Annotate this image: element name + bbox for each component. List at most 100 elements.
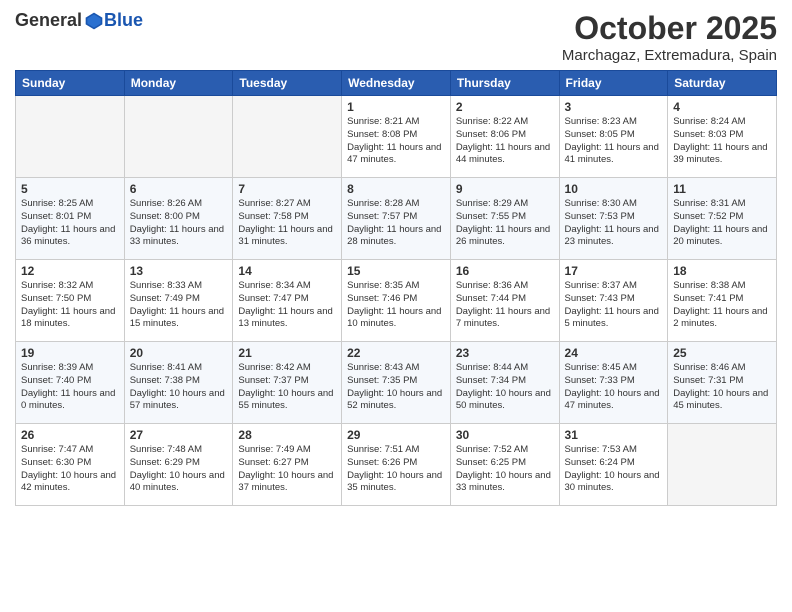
logo-text-blue: Blue: [104, 10, 143, 31]
day-number: 11: [673, 182, 771, 196]
calendar-cell: 24 Sunrise: 8:45 AMSunset: 7:33 PMDayligh…: [559, 342, 668, 424]
page: General Blue October 2025 Marchagaz, Ext…: [0, 0, 792, 612]
calendar-cell: [16, 96, 125, 178]
day-info: Sunrise: 8:27 AMSunset: 7:58 PMDaylight:…: [238, 198, 336, 249]
week-row: 19Sunrise: 8:39 AMSunset: 7:40 PMDayligh…: [16, 342, 777, 424]
calendar-cell: 4 Sunrise: 8:24 AMSunset: 8:03 PMDaylight…: [668, 96, 777, 178]
weekday-header: Friday: [559, 71, 668, 96]
day-info: Sunrise: 8:25 AMSunset: 8:01 PMDaylight:…: [21, 198, 119, 249]
day-info: Sunrise: 8:24 AMSunset: 8:03 PMDaylight:…: [673, 116, 771, 167]
calendar-cell: 14 Sunrise: 8:34 AMSunset: 7:47 PMDayligh…: [233, 260, 342, 342]
title-block: October 2025 Marchagaz, Extremadura, Spa…: [562, 10, 777, 64]
day-info: Sunrise: 8:29 AMSunset: 7:55 PMDaylight:…: [456, 198, 554, 249]
day-info: Sunrise: 8:44 AMSunset: 7:34 PMDaylight:…: [456, 362, 554, 413]
calendar-cell: 22 Sunrise: 8:43 AMSunset: 7:35 PMDayligh…: [342, 342, 451, 424]
day-number: 16: [456, 264, 554, 278]
day-info: Sunrise: 7:47 AMSunset: 6:30 PMDaylight:…: [21, 444, 119, 495]
calendar-cell: 2Sunrise: 8:22 AMSunset: 8:06 PMDaylight…: [450, 96, 559, 178]
calendar-cell: 10 Sunrise: 8:30 AMSunset: 7:53 PMDayligh…: [559, 178, 668, 260]
day-number: 30: [456, 428, 554, 442]
calendar-cell: 8 Sunrise: 8:28 AMSunset: 7:57 PMDaylight…: [342, 178, 451, 260]
day-info: Sunrise: 8:46 AMSunset: 7:31 PMDaylight:…: [673, 362, 771, 413]
day-number: 2: [456, 100, 554, 114]
day-info: Sunrise: 8:30 AMSunset: 7:53 PMDaylight:…: [565, 198, 663, 249]
day-number: 1: [347, 100, 445, 114]
day-info: Sunrise: 7:51 AMSunset: 6:26 PMDaylight:…: [347, 444, 445, 495]
day-number: 13: [130, 264, 228, 278]
day-info: Sunrise: 8:41 AMSunset: 7:38 PMDaylight:…: [130, 362, 228, 413]
week-row: 26 Sunrise: 7:47 AMSunset: 6:30 PMDayligh…: [16, 424, 777, 506]
day-number: 14: [238, 264, 336, 278]
day-number: 9: [456, 182, 554, 196]
calendar-cell: 11 Sunrise: 8:31 AMSunset: 7:52 PMDayligh…: [668, 178, 777, 260]
calendar-cell: [124, 96, 233, 178]
calendar-cell: 31 Sunrise: 7:53 AMSunset: 6:24 PMDayligh…: [559, 424, 668, 506]
month-title: October 2025: [562, 10, 777, 47]
day-number: 3: [565, 100, 663, 114]
day-info: Sunrise: 8:38 AMSunset: 7:41 PMDaylight:…: [673, 280, 771, 331]
location-title: Marchagaz, Extremadura, Spain: [562, 47, 777, 64]
day-info: Sunrise: 8:26 AMSunset: 8:00 PMDaylight:…: [130, 198, 228, 249]
day-number: 27: [130, 428, 228, 442]
day-number: 20: [130, 346, 228, 360]
day-number: 31: [565, 428, 663, 442]
day-info: Sunrise: 8:33 AMSunset: 7:49 PMDaylight:…: [130, 280, 228, 331]
day-number: 26: [21, 428, 119, 442]
day-number: 5: [21, 182, 119, 196]
weekday-header: Wednesday: [342, 71, 451, 96]
weekday-header: Thursday: [450, 71, 559, 96]
day-number: 4: [673, 100, 771, 114]
day-number: 15: [347, 264, 445, 278]
day-info: Sunrise: 8:23 AMSunset: 8:05 PMDaylight:…: [565, 116, 663, 167]
calendar-cell: 21Sunrise: 8:42 AMSunset: 7:37 PMDayligh…: [233, 342, 342, 424]
calendar-cell: 30 Sunrise: 7:52 AMSunset: 6:25 PMDayligh…: [450, 424, 559, 506]
day-info: Sunrise: 7:49 AMSunset: 6:27 PMDaylight:…: [238, 444, 336, 495]
calendar-cell: 19Sunrise: 8:39 AMSunset: 7:40 PMDayligh…: [16, 342, 125, 424]
day-number: 22: [347, 346, 445, 360]
calendar-cell: 3 Sunrise: 8:23 AMSunset: 8:05 PMDaylight…: [559, 96, 668, 178]
calendar-cell: 27 Sunrise: 7:48 AMSunset: 6:29 PMDayligh…: [124, 424, 233, 506]
header: General Blue October 2025 Marchagaz, Ext…: [15, 10, 777, 64]
calendar-cell: 23 Sunrise: 8:44 AMSunset: 7:34 PMDayligh…: [450, 342, 559, 424]
calendar-cell: 6Sunrise: 8:26 AMSunset: 8:00 PMDaylight…: [124, 178, 233, 260]
calendar-cell: 12 Sunrise: 8:32 AMSunset: 7:50 PMDayligh…: [16, 260, 125, 342]
day-info: Sunrise: 8:32 AMSunset: 7:50 PMDaylight:…: [21, 280, 119, 331]
day-info: Sunrise: 8:34 AMSunset: 7:47 PMDaylight:…: [238, 280, 336, 331]
day-number: 10: [565, 182, 663, 196]
day-number: 12: [21, 264, 119, 278]
calendar-cell: 15 Sunrise: 8:35 AMSunset: 7:46 PMDayligh…: [342, 260, 451, 342]
day-info: Sunrise: 8:45 AMSunset: 7:33 PMDaylight:…: [565, 362, 663, 413]
day-number: 24: [565, 346, 663, 360]
calendar-cell: 9 Sunrise: 8:29 AMSunset: 7:55 PMDaylight…: [450, 178, 559, 260]
day-info: Sunrise: 8:39 AMSunset: 7:40 PMDaylight:…: [21, 362, 119, 413]
logo: General Blue: [15, 10, 143, 31]
calendar-cell: 29Sunrise: 7:51 AMSunset: 6:26 PMDayligh…: [342, 424, 451, 506]
day-number: 28: [238, 428, 336, 442]
day-info: Sunrise: 7:52 AMSunset: 6:25 PMDaylight:…: [456, 444, 554, 495]
week-row: 5 Sunrise: 8:25 AMSunset: 8:01 PMDaylight…: [16, 178, 777, 260]
day-info: Sunrise: 8:28 AMSunset: 7:57 PMDaylight:…: [347, 198, 445, 249]
day-info: Sunrise: 7:53 AMSunset: 6:24 PMDaylight:…: [565, 444, 663, 495]
week-row: 12 Sunrise: 8:32 AMSunset: 7:50 PMDayligh…: [16, 260, 777, 342]
weekday-header-row: SundayMondayTuesdayWednesdayThursdayFrid…: [16, 71, 777, 96]
calendar-cell: 16Sunrise: 8:36 AMSunset: 7:44 PMDayligh…: [450, 260, 559, 342]
day-info: Sunrise: 8:35 AMSunset: 7:46 PMDaylight:…: [347, 280, 445, 331]
calendar-cell: 25Sunrise: 8:46 AMSunset: 7:31 PMDayligh…: [668, 342, 777, 424]
day-info: Sunrise: 8:31 AMSunset: 7:52 PMDaylight:…: [673, 198, 771, 249]
day-info: Sunrise: 7:48 AMSunset: 6:29 PMDaylight:…: [130, 444, 228, 495]
logo-text-general: General: [15, 10, 82, 31]
calendar-cell: [668, 424, 777, 506]
day-info: Sunrise: 8:21 AMSunset: 8:08 PMDaylight:…: [347, 116, 445, 167]
weekday-header: Monday: [124, 71, 233, 96]
calendar-cell: 1 Sunrise: 8:21 AMSunset: 8:08 PMDaylight…: [342, 96, 451, 178]
calendar-cell: 28 Sunrise: 7:49 AMSunset: 6:27 PMDayligh…: [233, 424, 342, 506]
day-info: Sunrise: 8:43 AMSunset: 7:35 PMDaylight:…: [347, 362, 445, 413]
weekday-header: Tuesday: [233, 71, 342, 96]
day-number: 18: [673, 264, 771, 278]
day-number: 8: [347, 182, 445, 196]
week-row: 1 Sunrise: 8:21 AMSunset: 8:08 PMDaylight…: [16, 96, 777, 178]
day-number: 23: [456, 346, 554, 360]
calendar-cell: [233, 96, 342, 178]
day-number: 21: [238, 346, 336, 360]
calendar-cell: 20 Sunrise: 8:41 AMSunset: 7:38 PMDayligh…: [124, 342, 233, 424]
